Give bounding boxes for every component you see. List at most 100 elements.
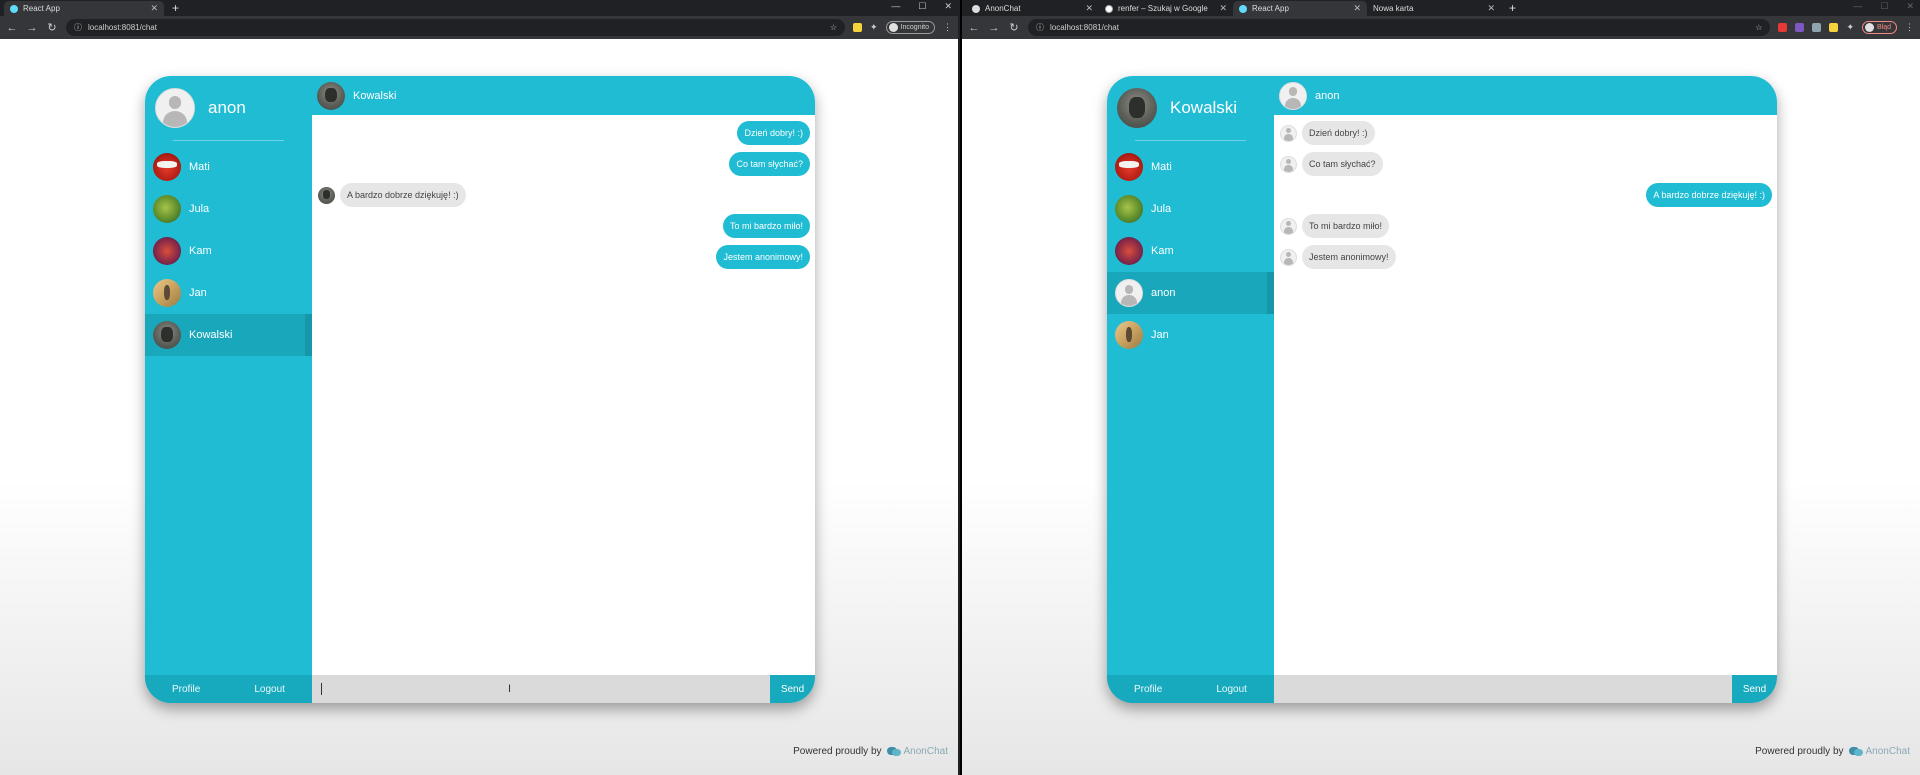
maximize-icon[interactable]: ☐ bbox=[918, 1, 926, 12]
contact-name: Jula bbox=[189, 203, 210, 215]
avatar bbox=[1280, 248, 1297, 266]
incognito-badge[interactable]: Incognito bbox=[885, 21, 935, 34]
browser-tab[interactable]: React App ✕ bbox=[4, 1, 164, 16]
browser-tab[interactable]: React App ✕ bbox=[1233, 1, 1367, 16]
extension-icon[interactable] bbox=[1778, 23, 1788, 32]
contact-name: Jula bbox=[1151, 203, 1172, 215]
contact-name: Kam bbox=[189, 245, 212, 257]
message-input[interactable] bbox=[312, 675, 770, 703]
browser-tab[interactable]: AnonChat ✕ bbox=[966, 1, 1099, 16]
message-composer: Send bbox=[1274, 675, 1777, 703]
profile-icon bbox=[1864, 23, 1874, 32]
chat-header: anon bbox=[1274, 76, 1777, 115]
close-tab-icon[interactable]: ✕ bbox=[1219, 3, 1227, 14]
avatar bbox=[153, 195, 181, 223]
back-icon[interactable]: ← bbox=[6, 22, 18, 34]
message-row: To mi bardzo miło! bbox=[317, 214, 810, 238]
contact-item-jan[interactable]: Jan bbox=[145, 272, 312, 314]
send-button[interactable]: Send bbox=[1732, 675, 1777, 703]
brand-name: AnonChat bbox=[1865, 746, 1910, 757]
sidebar-footer: Profile Logout bbox=[1107, 675, 1274, 703]
contact-item-mati[interactable]: Mati bbox=[145, 146, 312, 188]
close-tab-icon[interactable]: ✕ bbox=[150, 3, 158, 14]
brand-logo[interactable]: AnonChat bbox=[886, 746, 948, 757]
close-tab-icon[interactable]: ✕ bbox=[1085, 3, 1093, 14]
contact-item-jula[interactable]: Jula bbox=[145, 188, 312, 230]
message-bubble: Dzień dobry! :) bbox=[1302, 121, 1375, 145]
contact-name: Jan bbox=[1151, 329, 1169, 341]
contact-item-kam[interactable]: Kam bbox=[1107, 230, 1274, 272]
contact-item-mati[interactable]: Mati bbox=[1107, 146, 1274, 188]
menu-icon[interactable]: ⋮ bbox=[1905, 22, 1914, 33]
window-controls: — ☐ ✕ bbox=[891, 1, 952, 12]
browser-window-left: React App ✕ + — ☐ ✕ ← → ↻ ⓘ localhost:80… bbox=[0, 0, 958, 775]
chat-header: Kowalski bbox=[312, 76, 815, 115]
contact-list: Mati Jula Kam anon Jan bbox=[1107, 146, 1274, 356]
divider bbox=[1135, 140, 1246, 141]
close-window-icon[interactable]: ✕ bbox=[1906, 1, 1914, 12]
message-bubble: To mi bardzo miło! bbox=[722, 214, 810, 238]
maximize-icon[interactable]: ☐ bbox=[1880, 1, 1888, 12]
new-tab-icon[interactable]: + bbox=[164, 1, 187, 16]
divider bbox=[173, 140, 284, 141]
extensions-icon[interactable]: ✦ bbox=[870, 22, 878, 33]
window-controls: — ☐ ✕ bbox=[1853, 1, 1914, 12]
info-icon: ⓘ bbox=[74, 23, 82, 32]
logout-button[interactable]: Logout bbox=[1206, 680, 1257, 699]
google-icon bbox=[1105, 4, 1113, 13]
extensions-icon[interactable]: ✦ bbox=[1846, 22, 1854, 33]
address-bar[interactable]: ⓘ localhost:8081/chat ☆ bbox=[66, 19, 846, 36]
profile-error-label: Błąd bbox=[1876, 24, 1891, 31]
contact-item-kowalski[interactable]: Kowalski bbox=[145, 314, 312, 356]
brand-name: AnonChat bbox=[903, 746, 948, 757]
reload-icon[interactable]: ↻ bbox=[1008, 21, 1020, 34]
message-row: To mi bardzo miło! bbox=[1279, 214, 1772, 238]
logout-button[interactable]: Logout bbox=[244, 680, 295, 699]
message-bubble: To mi bardzo miło! bbox=[1302, 214, 1390, 238]
close-tab-icon[interactable]: ✕ bbox=[1487, 3, 1495, 14]
forward-icon[interactable]: → bbox=[988, 22, 1000, 34]
reload-icon[interactable]: ↻ bbox=[46, 21, 58, 34]
message-row: Co tam słychać? bbox=[317, 152, 810, 176]
chat-bubbles-icon bbox=[1848, 746, 1863, 757]
minimize-icon[interactable]: — bbox=[891, 1, 900, 12]
profile-button[interactable]: Profile bbox=[162, 680, 210, 699]
menu-icon[interactable]: ⋮ bbox=[943, 22, 952, 33]
avatar bbox=[1117, 88, 1157, 128]
brand-logo[interactable]: AnonChat bbox=[1848, 746, 1910, 757]
star-icon[interactable]: ☆ bbox=[1755, 23, 1762, 32]
send-button[interactable]: Send bbox=[770, 675, 815, 703]
new-tab-icon[interactable]: + bbox=[1501, 1, 1524, 16]
profile-button[interactable]: Profile bbox=[1124, 680, 1172, 699]
contact-item-jan[interactable]: Jan bbox=[1107, 314, 1274, 356]
extension-icon[interactable] bbox=[853, 23, 863, 32]
contact-name: Kam bbox=[1151, 245, 1174, 257]
message-input[interactable] bbox=[1274, 675, 1732, 703]
contact-name: Kowalski bbox=[189, 329, 233, 341]
browser-tab[interactable]: Nowa karta ✕ bbox=[1367, 1, 1501, 16]
avatar bbox=[318, 186, 335, 204]
browser-tab[interactable]: renfer – Szukaj w Google ✕ bbox=[1099, 1, 1233, 16]
profile-error-badge[interactable]: Błąd bbox=[1861, 21, 1897, 34]
extension-icon[interactable] bbox=[1829, 23, 1839, 32]
star-icon[interactable]: ☆ bbox=[830, 23, 837, 32]
close-tab-icon[interactable]: ✕ bbox=[1353, 3, 1361, 14]
react-icon bbox=[1239, 4, 1247, 13]
chat-app: anon Mati Jula Kam Jan Kowalski Profile … bbox=[145, 76, 815, 703]
forward-icon[interactable]: → bbox=[26, 22, 38, 34]
message-row: A bardzo dobrze dziękuję! :) bbox=[1279, 183, 1772, 207]
tab-label: React App bbox=[1252, 4, 1289, 13]
address-bar[interactable]: ⓘ localhost:8081/chat ☆ bbox=[1028, 19, 1771, 36]
contact-item-kam[interactable]: Kam bbox=[145, 230, 312, 272]
close-window-icon[interactable]: ✕ bbox=[944, 1, 952, 12]
back-icon[interactable]: ← bbox=[968, 22, 980, 34]
extension-icon[interactable] bbox=[1795, 23, 1805, 32]
contact-item-anon[interactable]: anon bbox=[1107, 272, 1274, 314]
avatar bbox=[1279, 81, 1307, 110]
message-bubble: Dzień dobry! :) bbox=[737, 121, 810, 145]
powered-by: Powered proudly by AnonChat bbox=[793, 746, 948, 757]
contact-item-jula[interactable]: Jula bbox=[1107, 188, 1274, 230]
avatar bbox=[155, 88, 195, 128]
minimize-icon[interactable]: — bbox=[1853, 1, 1862, 12]
extension-icon[interactable] bbox=[1812, 23, 1822, 32]
